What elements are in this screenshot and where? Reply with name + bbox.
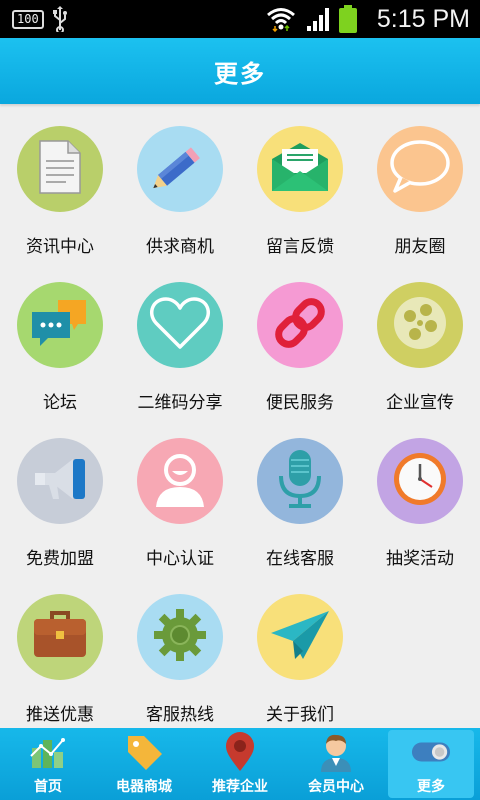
grid-item-label: 在线客服 (266, 549, 334, 569)
tab-home[interactable]: 首页 (0, 728, 96, 800)
envelope-icon (270, 141, 330, 197)
grid-item-label: 推送优惠 (26, 705, 94, 725)
grid-item-label: 二维码分享 (137, 393, 223, 413)
grid-item-circle (17, 126, 103, 212)
tab-label: 首页 (34, 779, 62, 795)
page-title: 更多 (214, 59, 266, 88)
grid-item-enterprise-promotion[interactable]: 企业宣传 (360, 260, 480, 416)
film-reel-icon (391, 294, 449, 356)
tab-label: 会员中心 (308, 779, 364, 795)
grid-item-convenience-service[interactable]: 便民服务 (240, 260, 360, 416)
grid-item-label: 关于我们 (266, 705, 334, 725)
signal-strength-icon (306, 0, 332, 38)
speech-bubble-icon (389, 139, 451, 199)
grid-item-circle (377, 438, 463, 524)
chat-bubbles-icon (30, 296, 90, 354)
status-bar: 100 5:15 PM (0, 0, 480, 38)
map-pin-icon (220, 732, 260, 772)
grid-item-circle (17, 438, 103, 524)
paper-plane-icon (269, 607, 331, 667)
grid-item-supply-demand[interactable]: 供求商机 (120, 104, 240, 260)
grid-item-circle (17, 594, 103, 680)
grid-item-qr-share[interactable]: 二维码分享 (120, 260, 240, 416)
battery-percent-indicator: 100 (12, 0, 44, 38)
document-icon (36, 139, 84, 199)
grid-item-circle (137, 594, 223, 680)
grid-item-push-offers[interactable]: 推送优惠 (0, 572, 120, 728)
grid-item-message-feedback[interactable]: 留言反馈 (240, 104, 360, 260)
grid-item-moments[interactable]: 朋友圈 (360, 104, 480, 260)
grid-item-lottery-activity[interactable]: 抽奖活动 (360, 416, 480, 572)
grid-item-label: 客服热线 (146, 705, 214, 725)
tab-label: 更多 (417, 779, 445, 795)
tab-more[interactable]: 更多 (388, 730, 474, 798)
grid-item-circle (137, 282, 223, 368)
home-chart-icon (28, 732, 68, 772)
price-tag-icon (124, 732, 164, 772)
battery-icon (338, 0, 358, 38)
tab-appliance-mall[interactable]: 电器商城 (96, 728, 192, 800)
usb-icon (52, 0, 68, 38)
grid-item-news-center[interactable]: 资讯中心 (0, 104, 120, 260)
clock-time: 5:15 PM (376, 4, 470, 33)
gear-icon (150, 605, 210, 669)
grid-item-circle (17, 282, 103, 368)
grid-item-label: 企业宣传 (386, 393, 454, 413)
grid-item-circle (257, 126, 343, 212)
tab-recommended-enterprises[interactable]: 推荐企业 (192, 728, 288, 800)
grid-item-label: 供求商机 (146, 237, 214, 257)
tab-member-center[interactable]: 会员中心 (288, 728, 384, 800)
grid-item-label: 朋友圈 (394, 237, 446, 257)
feature-grid: 资讯中心 供求商机 留言反馈 朋友圈 论坛 二维码分享 便民服务 企业宣传 免费… (0, 104, 480, 728)
header-bar: 更多 (0, 38, 480, 104)
toggle-icon (411, 732, 451, 772)
tab-label: 电器商城 (116, 779, 172, 795)
grid-item-circle (257, 282, 343, 368)
grid-item-label: 免费加盟 (26, 549, 94, 569)
user-icon (150, 449, 210, 513)
grid-item-label: 论坛 (43, 393, 77, 413)
grid-item-circle (257, 594, 343, 680)
wifi-icon (266, 0, 296, 38)
bottom-tab-bar: 首页 电器商城 推荐企业 会员中心 更多 (0, 728, 480, 800)
member-icon (316, 732, 356, 772)
grid-item-label: 留言反馈 (266, 237, 334, 257)
pencil-icon (150, 137, 210, 201)
grid-item-free-join[interactable]: 免费加盟 (0, 416, 120, 572)
microphone-icon (275, 448, 325, 514)
grid-item-label: 抽奖活动 (386, 549, 454, 569)
grid-item-circle (377, 282, 463, 368)
grid-item-circle (257, 438, 343, 524)
grid-item-online-service[interactable]: 在线客服 (240, 416, 360, 572)
grid-item-center-certification[interactable]: 中心认证 (120, 416, 240, 572)
grid-item-label: 中心认证 (146, 549, 214, 569)
grid-item-about-us[interactable]: 关于我们 (240, 572, 360, 728)
grid-item-service-hotline[interactable]: 客服热线 (120, 572, 240, 728)
grid-item-circle (137, 438, 223, 524)
link-icon (272, 295, 328, 355)
heart-icon (149, 295, 211, 355)
grid-item-forum[interactable]: 论坛 (0, 260, 120, 416)
tab-label: 推荐企业 (212, 779, 268, 795)
megaphone-icon (29, 451, 91, 511)
grid-item-circle (137, 126, 223, 212)
briefcase-icon (30, 609, 90, 665)
grid-item-label: 资讯中心 (26, 237, 94, 257)
clock-icon (390, 449, 450, 513)
grid-item-label: 便民服务 (266, 393, 334, 413)
battery-percent-text: 100 (12, 9, 44, 29)
grid-item-circle (377, 126, 463, 212)
